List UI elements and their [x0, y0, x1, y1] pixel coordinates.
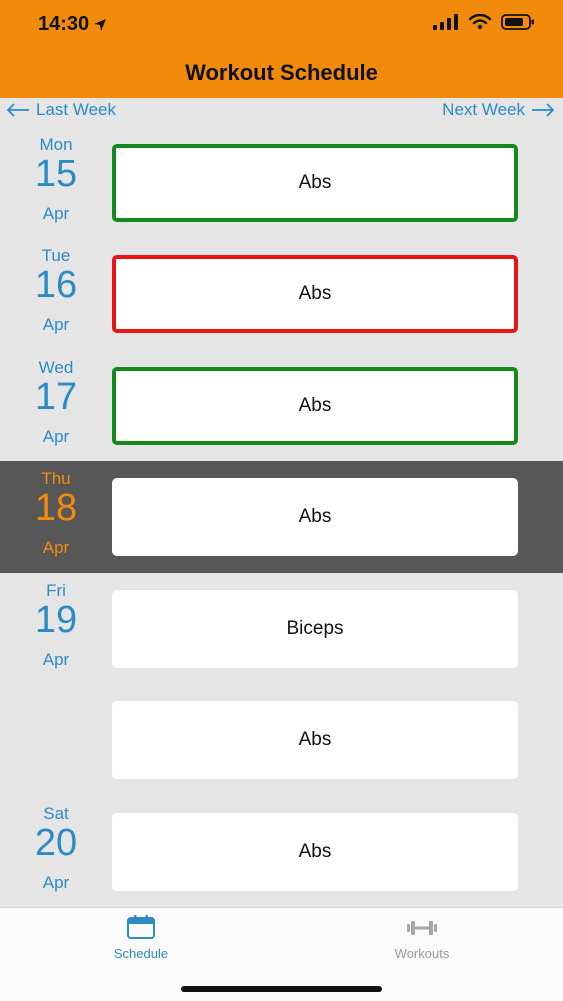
page-title: Workout Schedule	[185, 60, 378, 85]
workout-card[interactable]: Abs	[112, 701, 518, 779]
month: Apr	[42, 650, 70, 669]
day-number: 16	[34, 264, 78, 306]
status-icons	[433, 14, 535, 30]
tab-schedule-label: Schedule	[113, 946, 169, 961]
workout-card-completed[interactable]: Abs	[112, 144, 518, 222]
battery-icon	[501, 14, 534, 30]
workout-card[interactable]: Biceps	[112, 590, 518, 668]
arrow-left-icon	[6, 103, 29, 117]
date-label: Fri 19 Apr	[0, 573, 112, 685]
calendar-icon	[127, 915, 155, 939]
month: Apr	[42, 538, 70, 557]
day-number: 18	[34, 487, 78, 529]
month: Apr	[42, 873, 70, 892]
day-number: 15	[34, 153, 78, 195]
next-week-button[interactable]: Next Week	[442, 100, 555, 120]
schedule-row: Tue 16 Apr Abs	[0, 238, 563, 350]
day-number: 17	[34, 376, 78, 418]
schedule-row: Abs	[0, 684, 563, 796]
tab-workouts-label: Workouts	[394, 946, 450, 961]
day-of-week: Thu	[41, 469, 71, 488]
date-label	[0, 684, 112, 796]
date-label: Sat 20 Apr	[0, 796, 112, 908]
schedule-row: Mon 15 Apr Abs	[0, 127, 563, 239]
day-of-week: Fri	[46, 581, 66, 600]
date-label: Wed 17 Apr	[0, 350, 112, 462]
status-time-text: 14:30	[38, 13, 90, 35]
day-of-week: Tue	[41, 246, 71, 265]
date-label: Thu 18 Apr	[0, 461, 112, 573]
month: Apr	[42, 427, 70, 446]
last-week-button[interactable]: Last Week	[6, 100, 116, 120]
month: Apr	[42, 204, 70, 223]
day-of-week: Mon	[39, 135, 73, 154]
dumbbell-icon	[407, 921, 437, 935]
wifi-icon	[469, 14, 491, 30]
header-bar: 14:30 Workout Schedule	[0, 0, 563, 98]
schedule-row: Fri 19 Apr Biceps	[0, 573, 563, 685]
date-label: Tue 16 Apr	[0, 238, 112, 350]
next-week-label: Next Week	[442, 100, 525, 119]
workout-card-today[interactable]: Abs	[112, 478, 518, 556]
arrow-right-icon	[532, 103, 555, 117]
day-of-week: Sat	[43, 804, 69, 823]
status-time: 14:30	[38, 13, 107, 36]
date-label: Mon 15 Apr	[0, 127, 112, 239]
schedule-row: Sat 20 Apr Abs	[0, 796, 563, 908]
week-navigation: Last Week Next Week	[0, 98, 563, 122]
last-week-label: Last Week	[36, 100, 117, 119]
workout-card-completed[interactable]: Abs	[112, 367, 518, 445]
location-arrow-icon	[94, 18, 107, 31]
workout-card[interactable]: Abs	[112, 813, 518, 891]
day-number: 19	[34, 599, 78, 641]
month: Apr	[42, 315, 70, 334]
day-number: 20	[34, 822, 78, 864]
schedule-row-today: Thu 18 Apr Abs	[0, 461, 563, 573]
day-of-week: Wed	[38, 358, 74, 377]
home-indicator	[181, 986, 382, 992]
workout-card-missed[interactable]: Abs	[112, 255, 518, 333]
tab-workouts[interactable]: Workouts	[352, 914, 492, 961]
cellular-signal-icon	[433, 14, 458, 30]
schedule-row: Wed 17 Apr Abs	[0, 350, 563, 462]
tab-schedule[interactable]: Schedule	[71, 914, 211, 961]
